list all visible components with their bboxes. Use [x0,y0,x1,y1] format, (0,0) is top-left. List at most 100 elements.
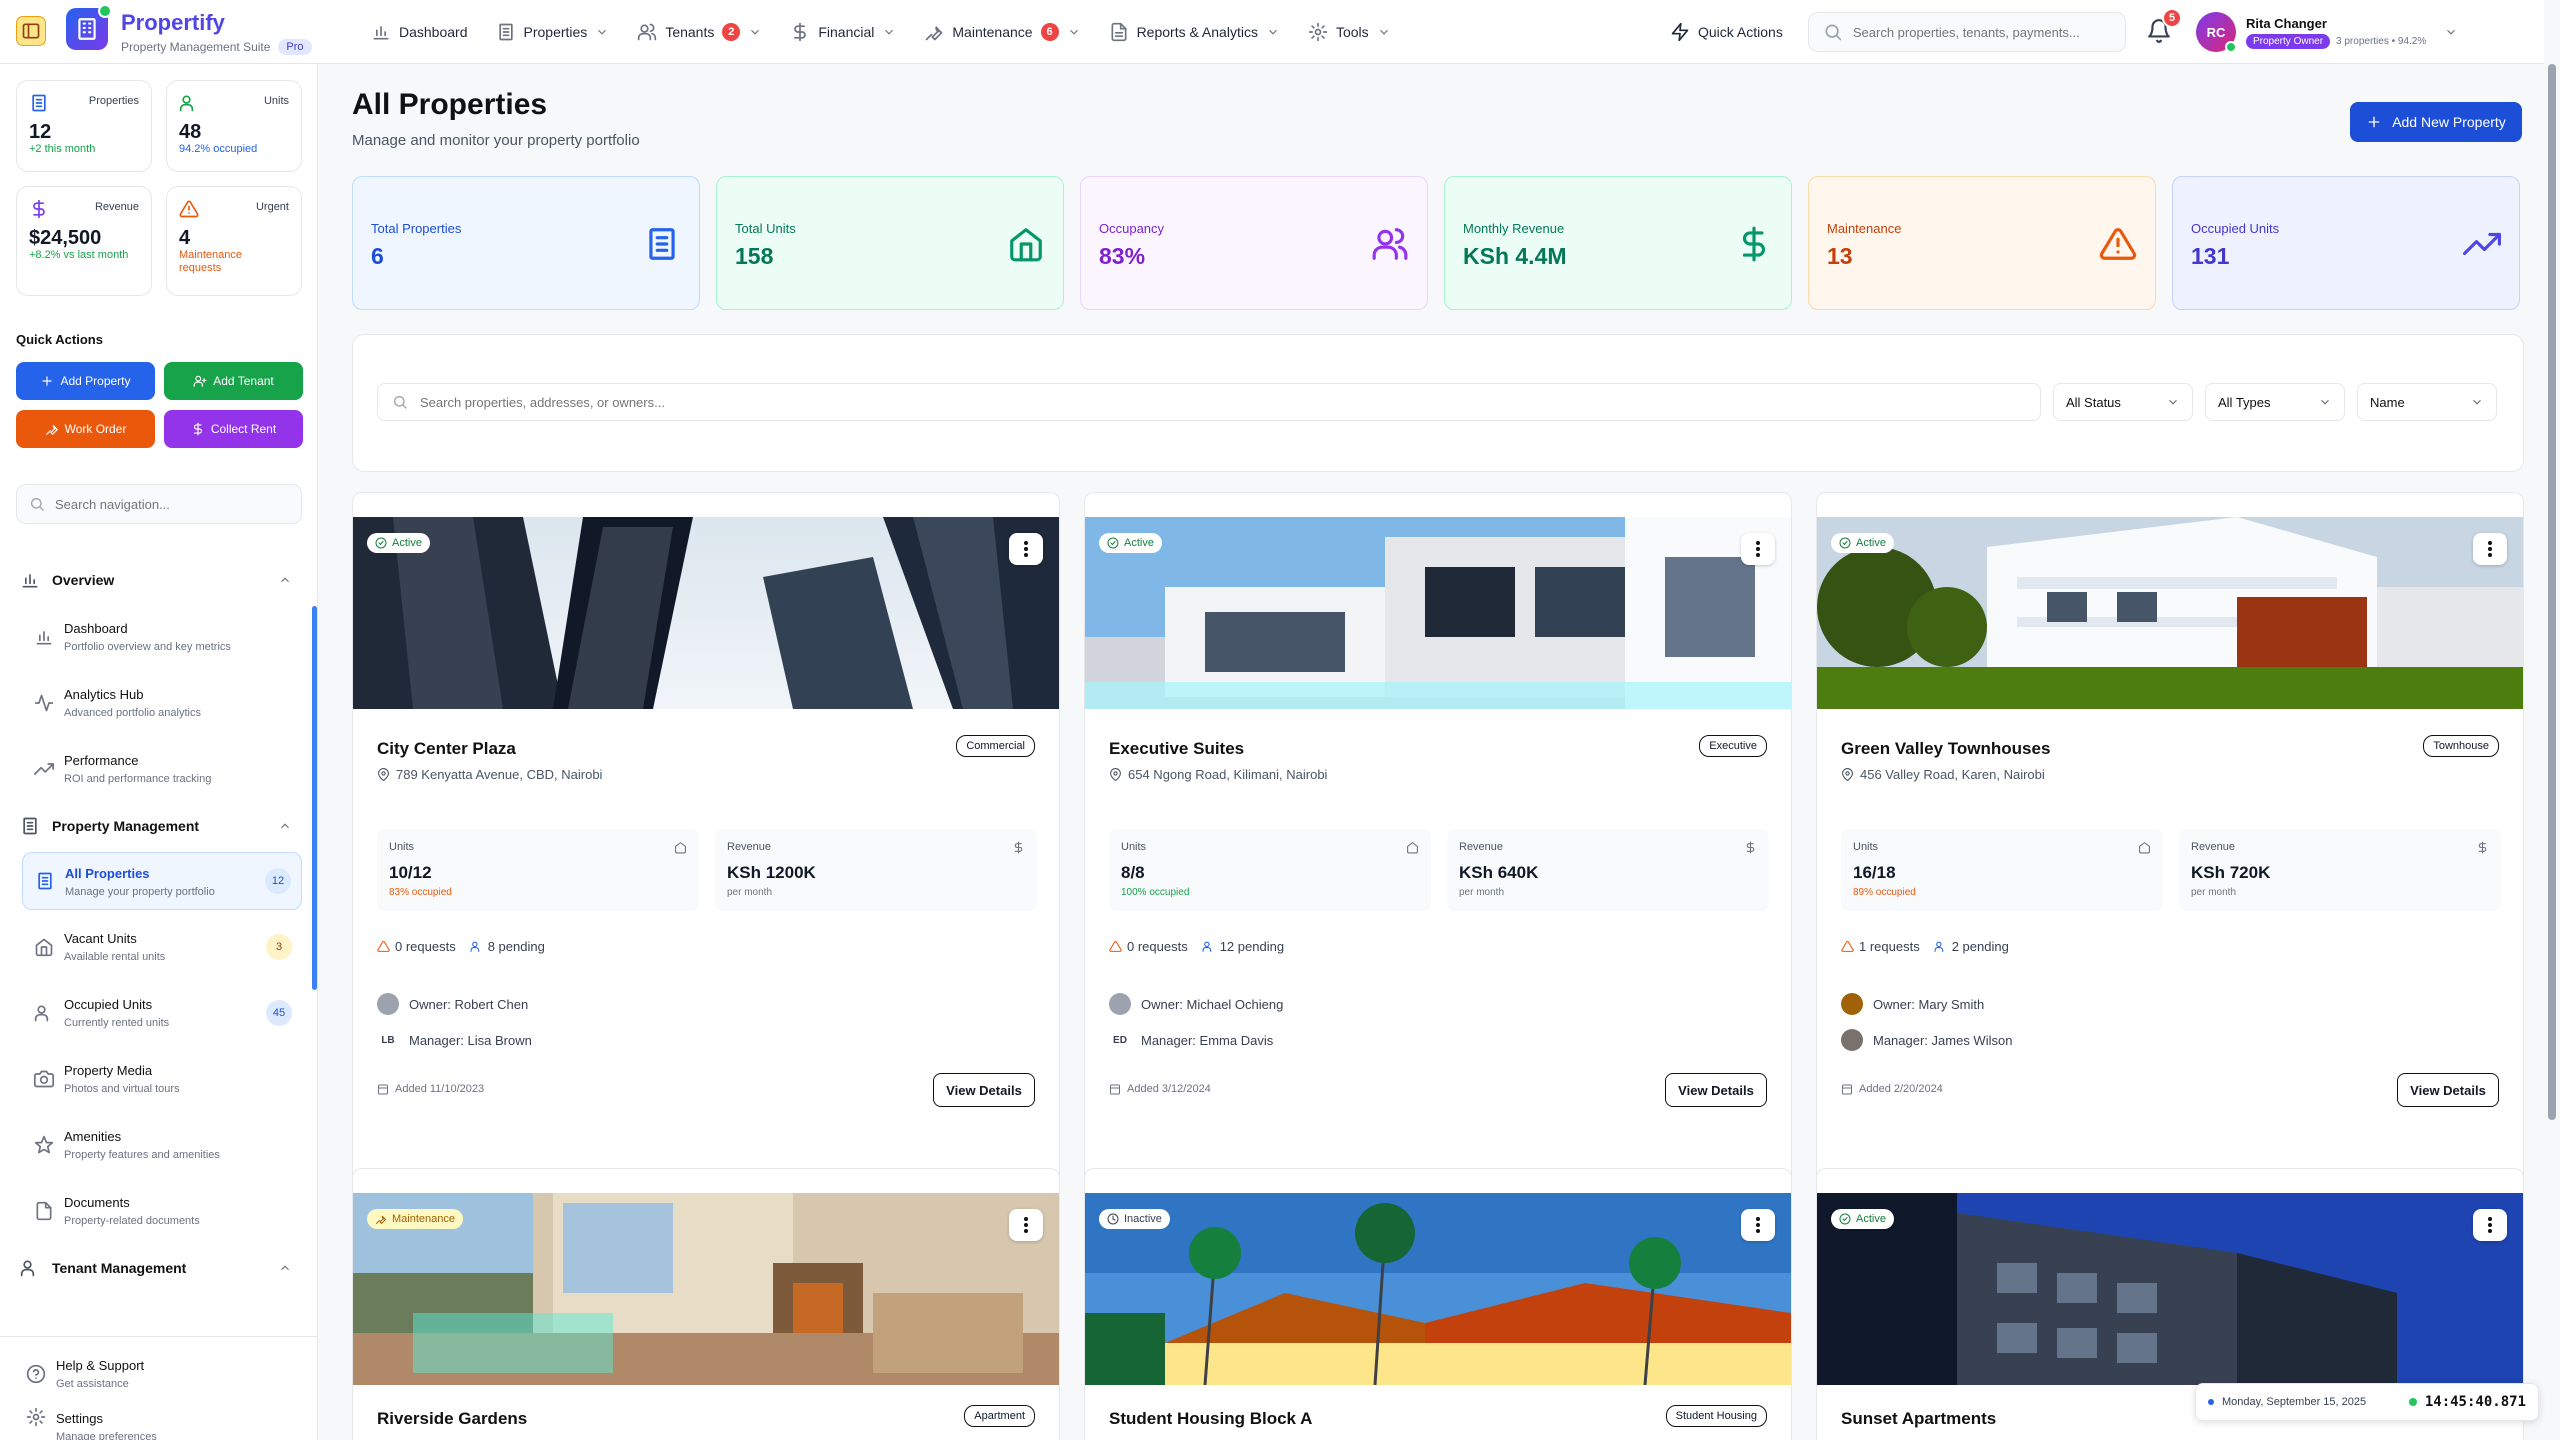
app-logo[interactable] [66,4,112,50]
stat-card-units: Units 48 94.2% occupied [166,80,302,172]
pending-count: 12 pending [1219,939,1285,954]
sidebar-item-performance[interactable]: Performance ROI and performance tracking [22,740,302,798]
sidebar-toggle-button[interactable] [16,16,46,46]
user-menu[interactable]: RC Rita Changer Property Owner 3 propert… [2196,10,2458,54]
button-label: Add Tenant [213,374,274,388]
status-label: Active [392,537,422,549]
revenue-period: per month [727,887,773,898]
item-title: All Properties [65,866,150,881]
global-search[interactable] [1808,12,2126,52]
nav-maintenance[interactable]: Maintenance 6 [913,14,1091,50]
view-details-button[interactable]: View Details [933,1073,1035,1107]
building-icon [38,872,52,890]
add-property-button[interactable]: Add Property [16,362,155,400]
item-desc: Available rental units [64,951,166,963]
property-card[interactable]: Active Executive Suites Executive 654 Ng… [1084,492,1792,1210]
users-icon [470,941,479,952]
nav-reports[interactable]: Reports & Analytics [1098,14,1291,50]
kpi-monthly-revenue: Monthly Revenue KSh 4.4M [1444,176,1792,310]
global-search-input[interactable] [1852,24,2111,40]
sidebar-item-vacant-units[interactable]: Vacant Units Available rental units 3 [22,918,302,976]
stat-label: Urgent [255,201,289,213]
property-search-input[interactable] [420,394,1920,410]
date-dot [2208,1399,2214,1405]
type-filter-select[interactable]: All Types [2205,383,2345,421]
chevron-down-icon [2473,399,2481,405]
section-overview[interactable]: Overview [20,570,292,590]
kpi-maintenance: Maintenance 13 [1808,176,2156,310]
card-menu-button[interactable] [2473,1209,2507,1241]
section-property-management[interactable]: Property Management [20,816,292,836]
section-tenant-management[interactable]: Tenant Management [20,1258,292,1278]
sidebar-item-documents[interactable]: Documents Property-related documents [22,1182,302,1240]
more-vertical-icon [2488,1217,2492,1233]
metric-label: Units [389,841,415,853]
sidebar-search-input[interactable] [55,496,285,512]
property-card[interactable]: Active City Center Plaza Commercial 789 … [352,492,1060,1210]
sidebar-item-property-media[interactable]: Property Media Photos and virtual tours [22,1050,302,1108]
units-value: 10/12 [389,863,432,882]
wrench-icon [376,1215,386,1224]
kpi-occupancy: Occupancy 83% [1080,176,1428,310]
owner-row: Owner: Mary Smith [1841,993,1984,1015]
item-title: Dashboard [64,621,128,636]
sidebar-search[interactable] [16,484,302,524]
sidebar-item-dashboard[interactable]: Dashboard Portfolio overview and key met… [22,608,302,666]
users-icon [179,95,194,112]
nav-tools[interactable]: Tools [1297,14,1402,50]
bar-chart-icon [373,26,389,40]
owner-row: Owner: Robert Chen [377,993,528,1015]
property-card[interactable]: Active Green Valley Townhouses Townhouse… [1816,492,2524,1210]
property-search[interactable] [377,383,2041,421]
collect-rent-button[interactable]: Collect Rent [164,410,303,448]
owner-name: Owner: Robert Chen [409,996,529,1012]
dollar-icon [1742,226,1765,262]
view-details-button[interactable]: View Details [1665,1073,1767,1107]
property-card[interactable]: Inactive Student Housing Block A Student… [1084,1168,1792,1440]
card-menu-button[interactable] [1741,1209,1775,1241]
sort-select[interactable]: Name [2357,383,2497,421]
added-date: Added 2/20/2024 [1841,1083,1943,1095]
chevron-down-icon [598,29,607,35]
card-menu-button[interactable] [2473,533,2507,565]
manager-row: Manager: James Wilson [1841,1029,2012,1051]
chevron-down-icon [1069,29,1078,35]
add-tenant-button[interactable]: Add Tenant [164,362,303,400]
work-order-button[interactable]: Work Order [16,410,155,448]
sidebar-scrollbar[interactable] [312,606,317,990]
page-scrollbar[interactable] [2548,64,2556,1120]
property-card[interactable]: Maintenance Riverside Gardens Apartment [352,1168,1060,1440]
kpi-total-properties: Total Properties 6 [352,176,700,310]
owner-avatar [1841,993,1863,1015]
card-menu-button[interactable] [1009,1209,1043,1241]
nav-financial[interactable]: Financial [779,14,907,50]
add-new-property-button[interactable]: Add New Property [2350,102,2522,142]
status-filter-select[interactable]: All Status [2053,383,2193,421]
nav-label: Tools [1335,24,1369,40]
card-menu-button[interactable] [1741,533,1775,565]
avatar-initials: RC [2206,24,2226,40]
nav-dashboard[interactable]: Dashboard [360,14,479,50]
quick-actions-label: Quick Actions [1698,24,1783,40]
quick-actions-button[interactable]: Quick Actions [1670,14,1783,50]
item-title: Property Media [64,1063,153,1078]
nav-properties[interactable]: Properties [485,14,621,50]
sidebar-item-settings[interactable]: Settings Manage preferences [14,1395,294,1440]
sidebar-item-all-properties[interactable]: All Properties Manage your property port… [22,852,302,910]
building-icon [78,18,96,40]
sidebar-item-amenities[interactable]: Amenities Property features and amenitie… [22,1116,302,1174]
sidebar-item-analytics-hub[interactable]: Analytics Hub Advanced portfolio analyti… [22,674,302,732]
sidebar-item-occupied-units[interactable]: Occupied Units Currently rented units 45 [22,984,302,1042]
item-desc: Manage your property portfolio [65,886,215,898]
pending-count: 8 pending [487,939,545,954]
view-details-button[interactable]: View Details [2397,1073,2499,1107]
avatar: RC [2196,12,2237,53]
nav-label: Dashboard [399,24,468,40]
home-icon [2139,842,2150,854]
card-menu-button[interactable] [1009,533,1043,565]
stat-sub: 94.2% occupied [179,143,258,155]
status-badge: Inactive [1099,1209,1170,1229]
nav-tenants[interactable]: Tenants 2 [626,14,773,50]
stat-value: 48 [179,121,202,143]
lightning-icon [1671,22,1689,42]
